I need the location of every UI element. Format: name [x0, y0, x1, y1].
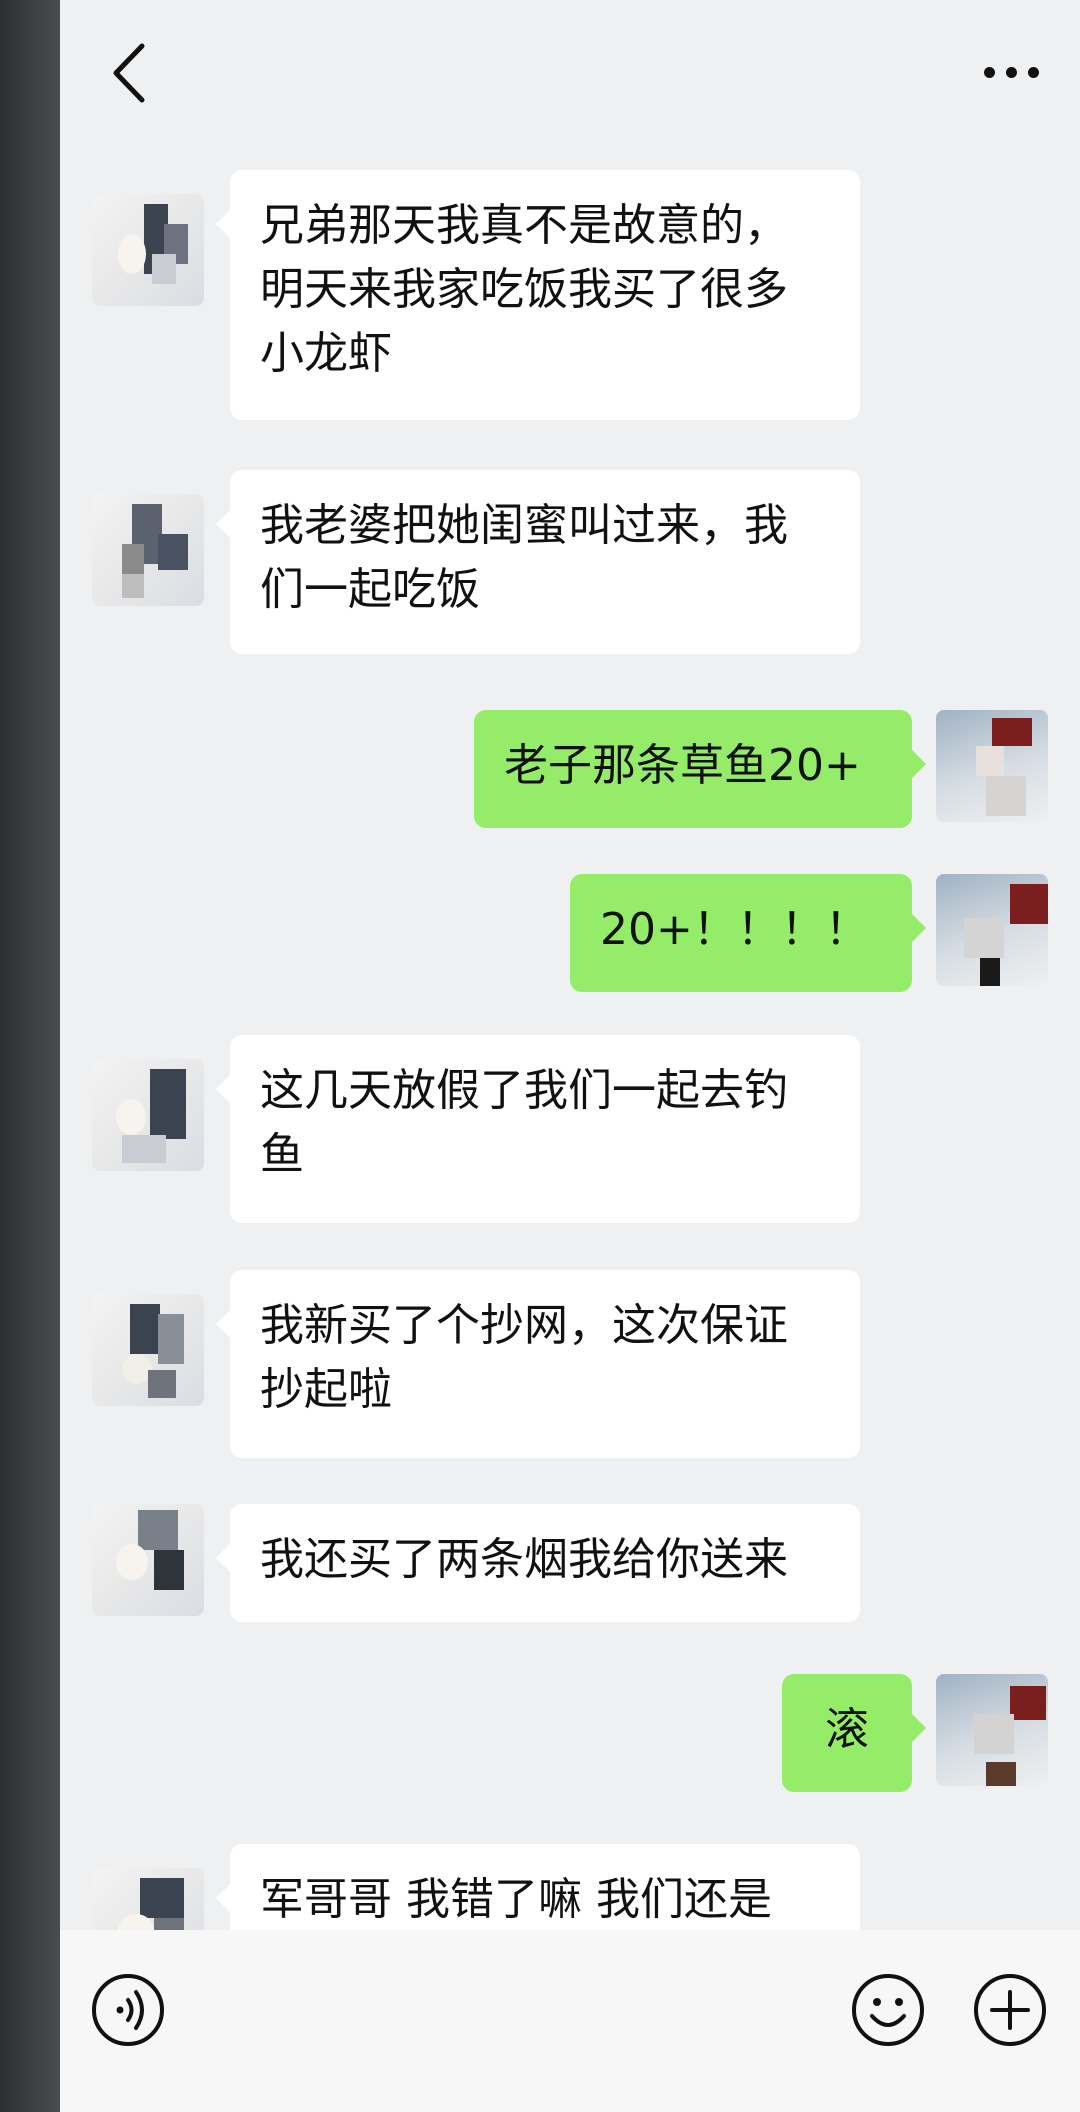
- plus-circle-icon[interactable]: [972, 1972, 1048, 2048]
- message-row: 这几天放假了我们一起去钓鱼: [60, 1035, 1080, 1235]
- message-row: 滚: [60, 1674, 1080, 1804]
- message-bubble-self[interactable]: 老子那条草鱼20+: [474, 710, 926, 828]
- message-input[interactable]: [190, 1966, 790, 2054]
- self-avatar[interactable]: [936, 874, 1048, 986]
- message-bubble-self[interactable]: 20+！！！！: [570, 874, 926, 992]
- message-row: 我还买了两条烟我给你送来: [60, 1504, 1080, 1634]
- chevron-left-icon[interactable]: [100, 38, 160, 108]
- input-toolbar: [60, 1930, 1080, 2112]
- self-avatar[interactable]: [936, 710, 1048, 822]
- self-avatar[interactable]: [936, 1674, 1048, 1786]
- message-row: 老子那条草鱼20+: [60, 710, 1080, 840]
- contact-avatar[interactable]: [92, 1868, 204, 1930]
- message-row: 我新买了个抄网，这次保证抄起啦: [60, 1270, 1080, 1470]
- message-row: 军哥哥 我错了嘛 我们还是: [60, 1844, 1080, 1930]
- message-bubble-self[interactable]: 滚: [782, 1674, 926, 1792]
- chat-screen: 兄弟那天我真不是故意的，明天来我家吃饭我买了很多小龙虾 我老婆把她闺蜜叫过来，我…: [60, 0, 1080, 2112]
- contact-avatar[interactable]: [92, 194, 204, 306]
- message-row: 我老婆把她闺蜜叫过来，我们一起吃饭: [60, 470, 1080, 660]
- message-bubble[interactable]: 我新买了个抄网，这次保证抄起啦: [216, 1270, 860, 1458]
- message-bubble[interactable]: 我老婆把她闺蜜叫过来，我们一起吃饭: [216, 470, 860, 654]
- contact-avatar[interactable]: [92, 494, 204, 606]
- device-edge: [0, 0, 60, 2112]
- message-bubble[interactable]: 我还买了两条烟我给你送来: [216, 1504, 860, 1622]
- message-bubble[interactable]: 这几天放假了我们一起去钓鱼: [216, 1035, 860, 1223]
- contact-avatar[interactable]: [92, 1059, 204, 1171]
- contact-avatar[interactable]: [92, 1294, 204, 1406]
- chat-title: [430, 40, 750, 100]
- message-list[interactable]: 兄弟那天我真不是故意的，明天来我家吃饭我买了很多小龙虾 我老婆把她闺蜜叫过来，我…: [60, 150, 1080, 1930]
- message-row: 20+！！！！: [60, 874, 1080, 1004]
- contact-avatar[interactable]: [92, 1504, 204, 1616]
- emoji-icon[interactable]: [850, 1972, 926, 2048]
- message-bubble[interactable]: 兄弟那天我真不是故意的，明天来我家吃饭我买了很多小龙虾: [216, 170, 860, 420]
- more-dots-icon[interactable]: [972, 40, 1052, 100]
- message-bubble[interactable]: 军哥哥 我错了嘛 我们还是: [216, 1844, 860, 1930]
- voice-icon[interactable]: [90, 1972, 166, 2048]
- chat-header: [60, 0, 1080, 150]
- message-row: 兄弟那天我真不是故意的，明天来我家吃饭我买了很多小龙虾: [60, 170, 1080, 430]
